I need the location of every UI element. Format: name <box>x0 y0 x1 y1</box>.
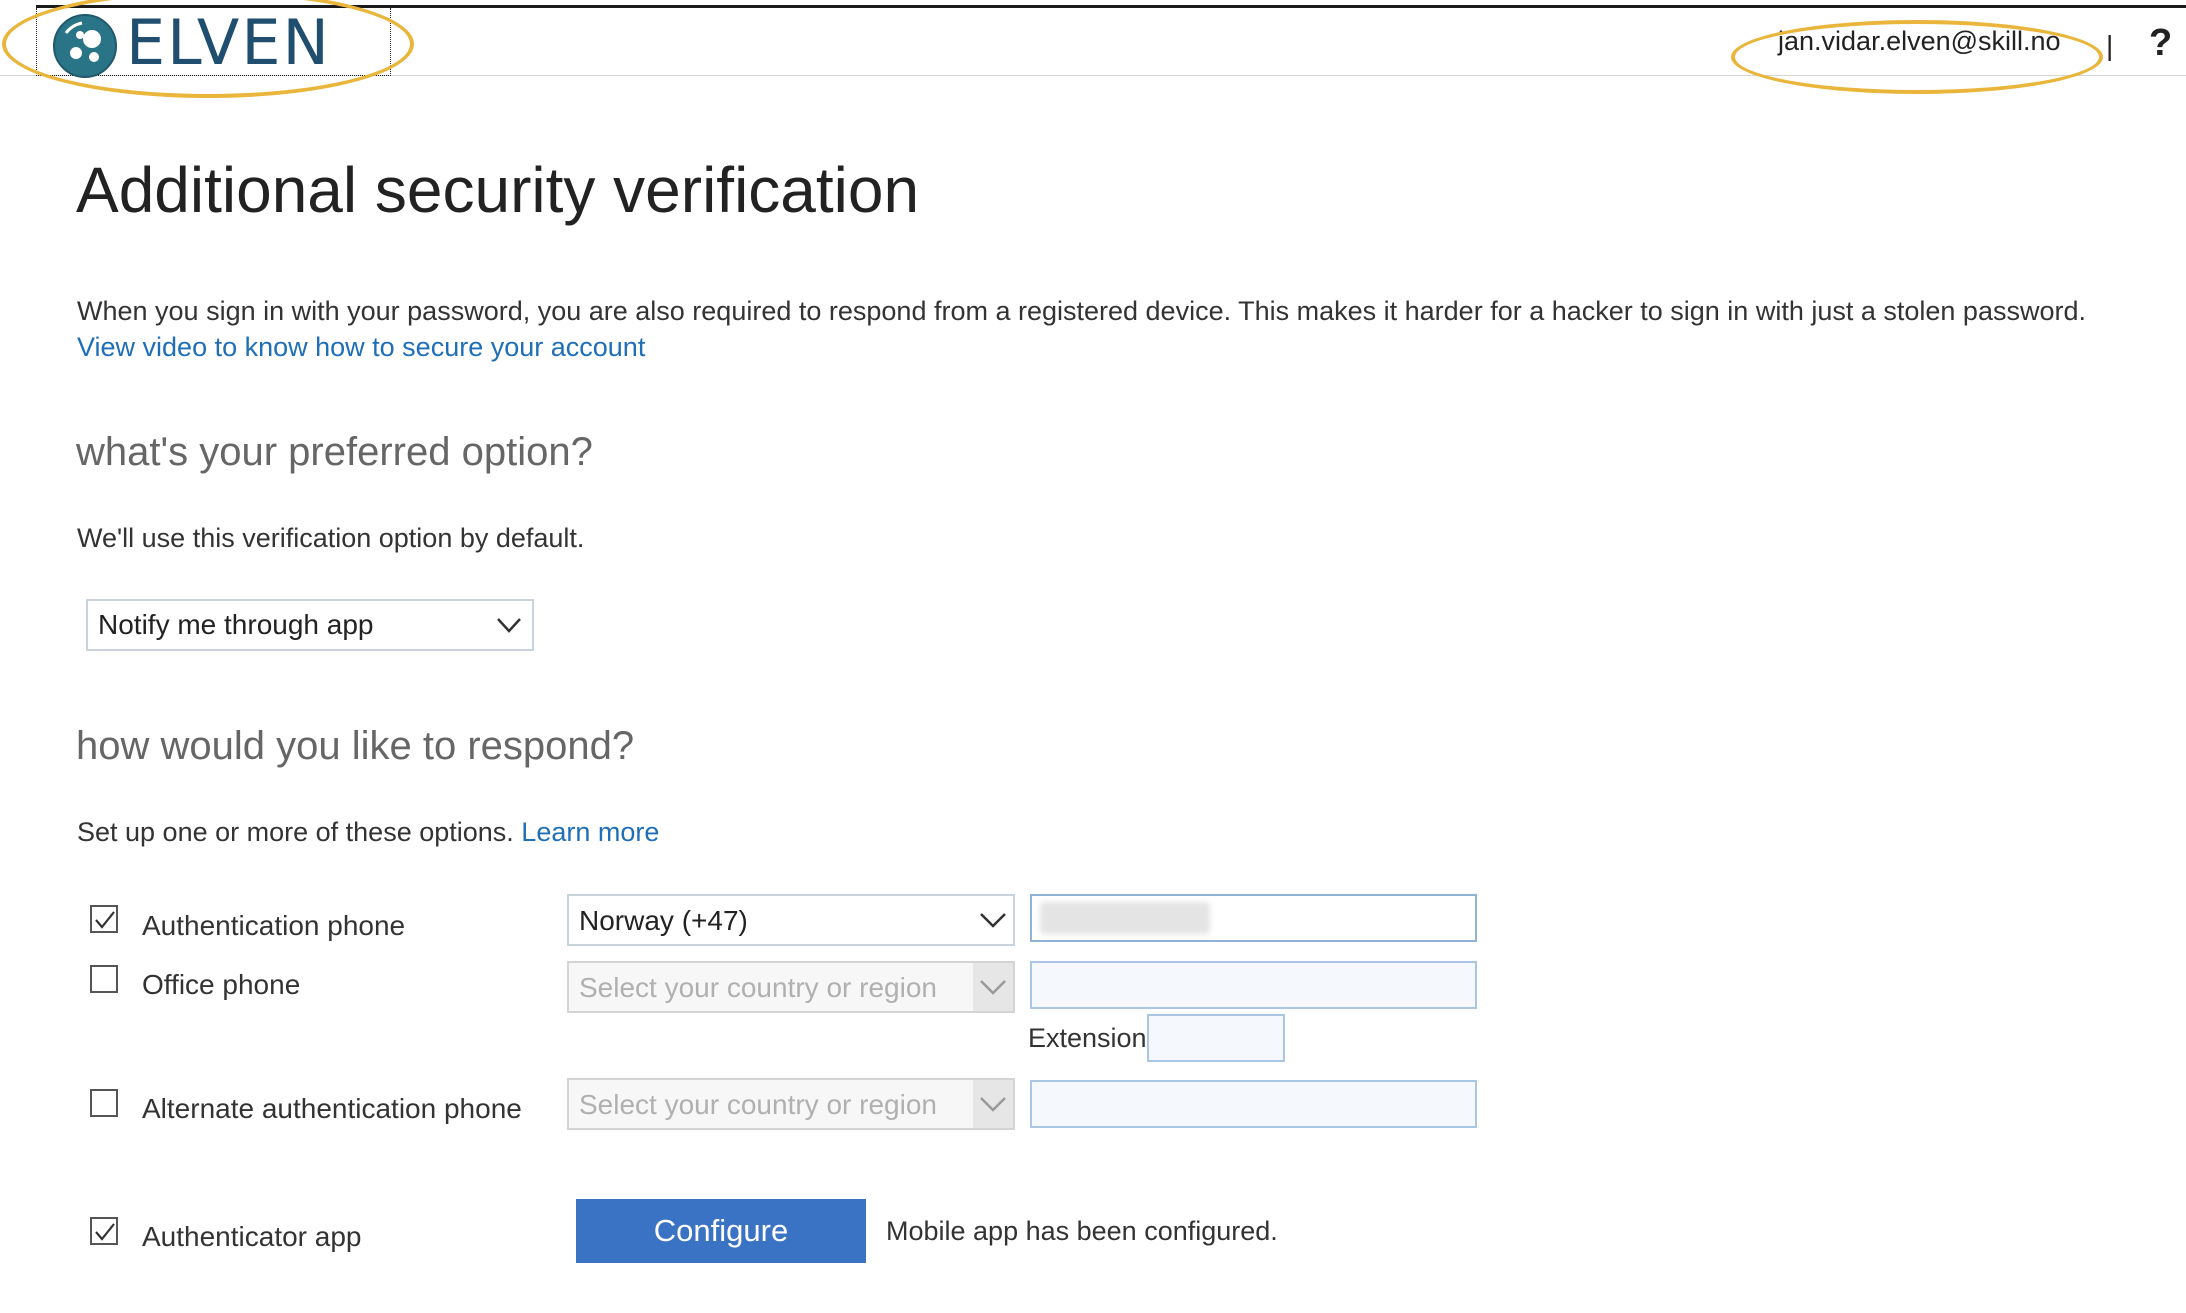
office-phone-checkbox[interactable] <box>90 965 118 993</box>
alt-phone-country-placeholder: Select your country or region <box>579 1089 937 1120</box>
alt-phone-country-select[interactable]: Select your country or region <box>567 1078 1015 1130</box>
configure-button[interactable]: Configure <box>576 1199 866 1263</box>
office-phone-country-placeholder: Select your country or region <box>579 972 937 1003</box>
extension-label: Extension <box>1028 1023 1147 1053</box>
respond-heading: how would you like to respond? <box>76 724 635 768</box>
preferred-option-value: Notify me through app <box>98 609 374 640</box>
help-icon[interactable]: ? <box>2149 22 2172 65</box>
logo-highlight-ring <box>2 0 414 98</box>
chevron-down-icon <box>973 1080 1013 1128</box>
page-title: Additional security verification <box>76 154 920 226</box>
office-phone-country-select[interactable]: Select your country or region <box>567 961 1015 1013</box>
auth-phone-country-select[interactable]: Norway (+47) <box>567 894 1015 946</box>
auth-phone-number-input[interactable] <box>1030 894 1477 942</box>
respond-description: Set up one or more of these options. Lea… <box>77 817 659 848</box>
redacted-phone-number <box>1040 902 1210 934</box>
intro-text: When you sign in with your password, you… <box>77 296 2086 326</box>
header-separator: | <box>2106 30 2114 61</box>
view-video-link[interactable]: View video to know how to secure your ac… <box>77 332 645 363</box>
chevron-down-icon <box>973 896 1013 944</box>
auth-app-status: Mobile app has been configured. <box>886 1216 1278 1246</box>
preferred-option-select[interactable]: Notify me through app <box>86 599 534 651</box>
preferred-option-heading: what's your preferred option? <box>76 430 593 474</box>
office-phone-label: Office phone <box>142 969 301 1000</box>
preferred-option-description: We'll use this verification option by de… <box>77 523 585 553</box>
auth-app-checkbox[interactable] <box>90 1217 118 1245</box>
extension-input[interactable] <box>1147 1014 1285 1062</box>
auth-phone-country-value: Norway (+47) <box>579 905 748 936</box>
alt-phone-label: Alternate authentication phone <box>142 1093 522 1124</box>
alt-phone-number-input[interactable] <box>1030 1080 1477 1128</box>
auth-app-label: Authenticator app <box>142 1221 362 1252</box>
checkmark-icon <box>95 911 115 929</box>
respond-description-text: Set up one or more of these options. <box>77 817 514 847</box>
office-phone-number-input[interactable] <box>1030 961 1477 1009</box>
email-highlight-ring <box>1731 20 2103 94</box>
checkmark-icon <box>95 1223 115 1241</box>
auth-phone-label: Authentication phone <box>142 910 406 941</box>
learn-more-link[interactable]: Learn more <box>521 817 659 847</box>
auth-phone-checkbox[interactable] <box>90 905 118 933</box>
chevron-down-icon <box>497 618 521 633</box>
chevron-down-icon <box>973 963 1013 1011</box>
alt-phone-checkbox[interactable] <box>90 1089 118 1117</box>
